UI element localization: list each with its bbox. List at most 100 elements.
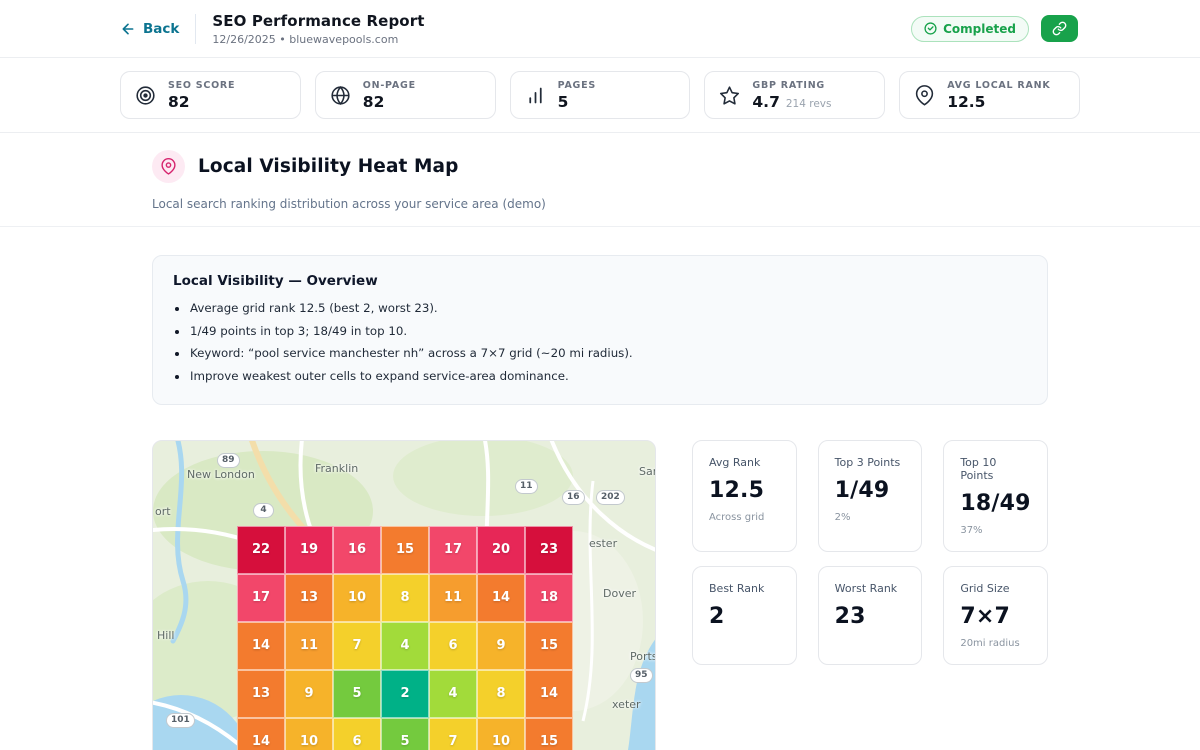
metric-sub: Across grid [709,512,780,523]
heatmap-cell[interactable]: 5 [381,718,429,750]
map-town-label: Dover [603,587,636,600]
heatmap-cell[interactable]: 9 [477,622,525,670]
link-icon [1052,21,1067,36]
heatmap-cell[interactable]: 14 [237,622,285,670]
overview-bullet: Average grid rank 12.5 (best 2, worst 23… [173,300,1027,318]
heatmap-cell[interactable]: 8 [381,574,429,622]
overview-bullet: Keyword: “pool service manchester nh” ac… [173,345,1027,363]
map-pin-icon [914,85,935,106]
metric-sub: 20mi radius [960,638,1031,649]
metric-card-grid-size: Grid Size 7×7 20mi radius [943,566,1048,665]
stat-value: 82 [168,93,190,111]
heatmap-map[interactable]: New LondonFranklinSanfortesterDoverHillP… [152,440,656,750]
stat-label: PAGES [558,80,596,91]
route-badge: 202 [596,490,625,505]
star-icon [719,85,740,106]
metric-label: Avg Rank [709,456,780,469]
header-divider [195,14,196,44]
section-header: Local Visibility Heat Map Local search r… [0,133,1200,227]
stat-sub: 214 revs [786,98,832,110]
back-arrow-icon [120,21,136,37]
map-town-label: New London [187,468,255,481]
stat-value: 12.5 [947,93,985,111]
top-bar: Back SEO Performance Report 12/26/2025 •… [0,0,1200,58]
map-town-label: Hill [157,629,174,642]
metric-card-avg-rank: Avg Rank 12.5 Across grid [692,440,797,552]
heatmap-cell[interactable]: 6 [333,718,381,750]
heatmap-cell[interactable]: 16 [333,526,381,574]
heatmap-cell[interactable]: 14 [477,574,525,622]
route-badge: 4 [253,503,274,518]
metric-value: 1/49 [835,478,906,503]
heatmap-cell[interactable]: 17 [429,526,477,574]
status-label: Completed [943,22,1016,36]
heatmap-cell[interactable]: 10 [333,574,381,622]
stat-label: SEO SCORE [168,80,235,91]
heatmap-cell[interactable]: 22 [237,526,285,574]
heatmap-cell[interactable]: 2 [381,670,429,718]
stat-card-seo-score: SEO SCORE 82 [120,71,301,119]
globe-icon [330,85,351,106]
stat-card-on-page: ON-PAGE 82 [315,71,496,119]
overview-card: Local Visibility — Overview Average grid… [152,255,1048,405]
main-content: Local Visibility — Overview Average grid… [0,227,1200,750]
heatmap-cell[interactable]: 4 [429,670,477,718]
route-badge: 101 [166,713,195,728]
heatmap-cell[interactable]: 20 [477,526,525,574]
status-badge: Completed [911,16,1029,42]
section-title: Local Visibility Heat Map [198,156,458,177]
stat-card-avg-local-rank: AVG LOCAL RANK 12.5 [899,71,1080,119]
heatmap-cell[interactable]: 18 [525,574,573,622]
metrics-grid: Avg Rank 12.5 Across grid Top 3 Points 1… [692,440,1048,750]
route-badge: 95 [630,668,653,683]
page-title: SEO Performance Report [212,12,424,30]
back-button[interactable]: Back [120,21,179,37]
heatmap-cell[interactable]: 23 [525,526,573,574]
overview-title: Local Visibility — Overview [173,273,1027,289]
heatmap-cell[interactable]: 10 [285,718,333,750]
heatmap-cell[interactable]: 15 [381,526,429,574]
stat-value: 5 [558,93,569,111]
metric-sub: 2% [835,512,906,523]
heatmap-cell[interactable]: 6 [429,622,477,670]
stat-card-pages: PAGES 5 [510,71,691,119]
heatmap-cell[interactable]: 8 [477,670,525,718]
heatmap-cell[interactable]: 11 [285,622,333,670]
back-label: Back [143,21,179,37]
metric-card-best-rank: Best Rank 2 [692,566,797,665]
heatmap-cell[interactable]: 13 [285,574,333,622]
stats-bar: SEO SCORE 82 ON-PAGE 82 PAGES 5 [0,58,1200,133]
metric-label: Grid Size [960,582,1031,595]
stat-value: 82 [363,93,385,111]
stat-value: 4.7 [752,93,779,111]
heatmap-cell[interactable]: 13 [237,670,285,718]
metric-card-worst-rank: Worst Rank 23 [818,566,923,665]
overview-bullet-list: Average grid rank 12.5 (best 2, worst 23… [173,300,1027,386]
metric-value: 23 [835,604,906,629]
heatmap-cell[interactable]: 7 [429,718,477,750]
map-town-label: ort [155,505,171,518]
metric-card-top3: Top 3 Points 1/49 2% [818,440,923,552]
heatmap-cell[interactable]: 15 [525,718,573,750]
heatmap-cell[interactable]: 14 [525,670,573,718]
metric-sub: 37% [960,525,1031,536]
map-town-label: xeter [612,698,641,711]
heatmap-cell[interactable]: 5 [333,670,381,718]
map-town-label: ester [589,537,617,550]
share-link-button[interactable] [1041,15,1078,42]
metric-label: Top 10 Points [960,456,1031,482]
heatmap-cell[interactable]: 10 [477,718,525,750]
report-subtitle: 12/26/2025 • bluewavepools.com [212,33,424,46]
heatmap-cell[interactable]: 14 [237,718,285,750]
overview-bullet: 1/49 points in top 3; 18/49 in top 10. [173,323,1027,341]
heatmap-cell[interactable]: 11 [429,574,477,622]
check-circle-icon [924,22,937,35]
heatmap-cell[interactable]: 17 [237,574,285,622]
heatmap-cell[interactable]: 19 [285,526,333,574]
stat-label: ON-PAGE [363,80,416,91]
heatmap-cell[interactable]: 15 [525,622,573,670]
heatmap-cell[interactable]: 4 [381,622,429,670]
metric-card-top10: Top 10 Points 18/49 37% [943,440,1048,552]
heatmap-cell[interactable]: 7 [333,622,381,670]
heatmap-cell[interactable]: 9 [285,670,333,718]
